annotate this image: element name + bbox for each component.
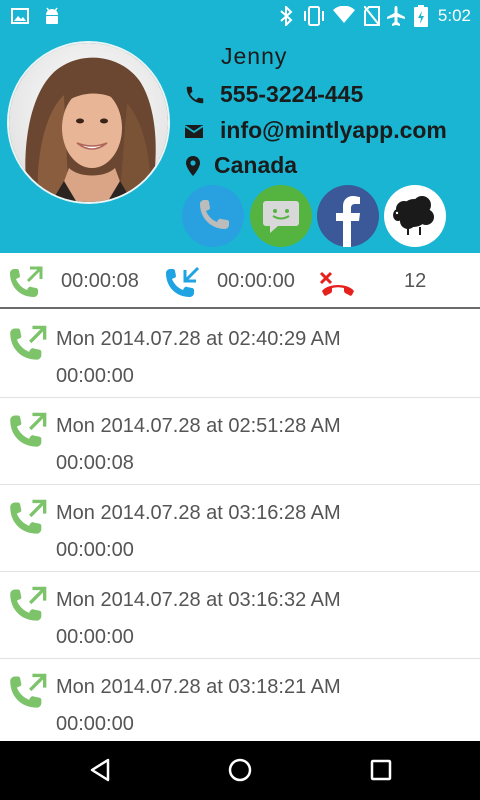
incoming-call-icon (166, 266, 200, 297)
call-duration: 00:00:00 (56, 365, 134, 387)
sheep-button[interactable] (384, 185, 446, 247)
contact-header: Jenny 555-3224-445 info@mintlyapp.com Ca… (0, 33, 480, 253)
outgoing-call-icon (10, 325, 47, 360)
outgoing-call-icon (10, 586, 47, 621)
bluetooth-icon (280, 6, 293, 26)
phone-row[interactable]: 555-3224-445 (184, 81, 363, 108)
message-action-icon (263, 201, 299, 233)
incoming-duration: 00:00:00 (217, 270, 295, 292)
vibrate-icon (304, 6, 324, 26)
call-log-list: Mon 2014.07.28 at 02:40:29 AM 00:00:00 M… (0, 311, 480, 746)
contact-phone: 555-3224-445 (220, 81, 364, 107)
outgoing-duration: 00:00:08 (61, 270, 139, 292)
call-action-icon (200, 200, 229, 229)
call-log-item[interactable]: Mon 2014.07.28 at 03:18:21 AM 00:00:00 (0, 659, 480, 746)
outgoing-call-icon (10, 673, 47, 708)
contact-location: Canada (214, 152, 298, 178)
contact-name: Jenny (221, 43, 288, 69)
contact-photo (9, 43, 168, 202)
facebook-button[interactable] (317, 185, 379, 247)
call-summary: 00:00:08 00:00:00 12 (0, 253, 480, 309)
call-date: Mon 2014.07.28 at 03:16:28 AM (56, 502, 341, 524)
call-duration: 00:00:00 (56, 713, 134, 735)
avatar[interactable] (7, 41, 170, 204)
navigation-bar (0, 741, 480, 800)
android-icon (46, 7, 58, 24)
missed-count: 12 (404, 270, 427, 292)
wifi-icon (333, 6, 355, 23)
contact-email: info@mintlyapp.com (220, 117, 447, 143)
sheep-action-icon (393, 196, 434, 235)
call-log-item[interactable]: Mon 2014.07.28 at 02:51:28 AM 00:00:08 (0, 398, 480, 485)
call-date: Mon 2014.07.28 at 02:51:28 AM (56, 415, 341, 437)
status-bar: 5:02 (0, 0, 480, 33)
back-icon[interactable] (86, 756, 114, 784)
outgoing-call-icon (10, 412, 47, 447)
call-date: Mon 2014.07.28 at 03:18:21 AM (56, 676, 341, 698)
call-button[interactable] (182, 185, 244, 247)
battery-icon (414, 5, 428, 27)
outgoing-call-icon (10, 499, 47, 534)
recents-icon[interactable] (367, 756, 395, 784)
email-icon (184, 124, 204, 138)
location-pin-icon (186, 155, 200, 176)
facebook-action-icon (336, 196, 360, 247)
call-duration: 00:00:00 (56, 539, 134, 561)
location-row[interactable]: Canada (184, 152, 297, 179)
missed-call-icon (319, 271, 354, 296)
image-icon (11, 8, 29, 24)
call-duration: 00:00:00 (56, 626, 134, 648)
call-log-item[interactable]: Mon 2014.07.28 at 03:16:28 AM 00:00:00 (0, 485, 480, 572)
email-row[interactable]: info@mintlyapp.com (184, 117, 447, 144)
message-button[interactable] (250, 185, 312, 247)
phone-icon (186, 86, 204, 103)
call-log-item[interactable]: Mon 2014.07.28 at 02:40:29 AM 00:00:00 (0, 311, 480, 398)
call-duration: 00:00:08 (56, 452, 134, 474)
outgoing-call-icon (10, 266, 43, 297)
call-date: Mon 2014.07.28 at 02:40:29 AM (56, 328, 341, 350)
airplane-icon (387, 6, 405, 26)
call-log-item[interactable]: Mon 2014.07.28 at 03:16:32 AM 00:00:00 (0, 572, 480, 659)
call-date: Mon 2014.07.28 at 03:16:32 AM (56, 589, 341, 611)
home-icon[interactable] (226, 756, 254, 784)
no-sim-icon (364, 6, 380, 26)
action-buttons (182, 185, 452, 249)
clock: 5:02 (437, 6, 471, 25)
